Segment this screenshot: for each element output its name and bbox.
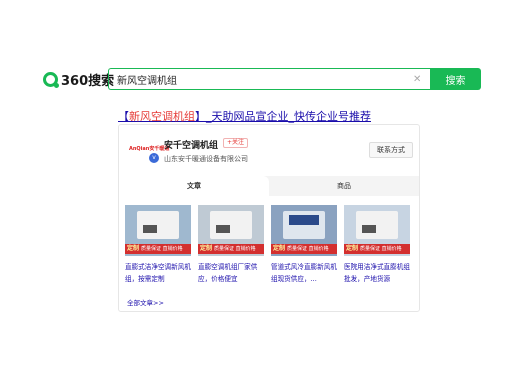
close-icon[interactable]: ✕ (413, 74, 421, 85)
title-prefix: 【 (118, 110, 129, 123)
tab-bar: 文章 商品 (119, 176, 419, 196)
product-desc[interactable]: 直膨式洁净空调新风机组，按需定制 (125, 261, 191, 285)
search-button[interactable]: 搜索 (430, 68, 481, 90)
product-item[interactable]: 定制 质量保证 直销价格 直膨空调机组厂家供应，价格便宜 (198, 205, 264, 285)
product-desc[interactable]: 医院用洁净式直膨机组批发，产地货源 (344, 261, 410, 285)
product-desc[interactable]: 直膨空调机组厂家供应，价格便宜 (198, 261, 264, 285)
contact-button[interactable]: 联系方式 (369, 142, 413, 158)
site-logo[interactable]: 360搜索 (43, 70, 114, 89)
company-full-name: 山东安千暖通设备有限公司 (164, 155, 248, 163)
logo-text: 360搜索 (61, 74, 115, 89)
product-image[interactable]: 定制 质量保证 直销价格 (125, 205, 191, 256)
product-image[interactable]: 定制 质量保证 直销价格 (271, 205, 337, 256)
product-item[interactable]: 定制 质量保证 直销价格 医院用洁净式直膨机组批发，产地货源 (344, 205, 410, 285)
product-image[interactable]: 定制 质量保证 直销价格 (344, 205, 410, 256)
tab-articles[interactable]: 文章 (119, 176, 269, 196)
all-articles-link[interactable]: 全部文章>> (127, 297, 164, 307)
result-card: AnQian安千暖通 安千空调机组 +关注 v 山东安千暖通设备有限公司 联系方… (118, 124, 420, 312)
result-title-link[interactable]: 【新风空调机组】_天助网品宣企业_快传企业号推荐 (118, 108, 371, 124)
product-item[interactable]: 定制 质量保证 直销价格 直膨式洁净空调新风机组，按需定制 (125, 205, 191, 285)
search-input[interactable] (117, 70, 407, 88)
search-box: ✕ (108, 68, 430, 90)
title-keyword: 新风空调机组 (129, 110, 195, 123)
product-list: 定制 质量保证 直销价格 直膨式洁净空调新风机组，按需定制 定制 质量保证 直销价格… (125, 205, 410, 285)
product-desc[interactable]: 管道式风冷直膨新风机组现货供应，... (271, 261, 337, 285)
logo-mark-icon (43, 72, 59, 88)
product-item[interactable]: 定制 质量保证 直销价格 管道式风冷直膨新风机组现货供应，... (271, 205, 337, 285)
tab-products[interactable]: 商品 (269, 176, 419, 196)
product-image[interactable]: 定制 质量保证 直销价格 (198, 205, 264, 256)
title-suffix: 】_天助网品宣企业_快传企业号推荐 (195, 110, 371, 123)
follow-button[interactable]: +关注 (223, 138, 249, 148)
company-name[interactable]: 安千空调机组 (164, 138, 218, 151)
verified-icon: v (149, 153, 159, 163)
